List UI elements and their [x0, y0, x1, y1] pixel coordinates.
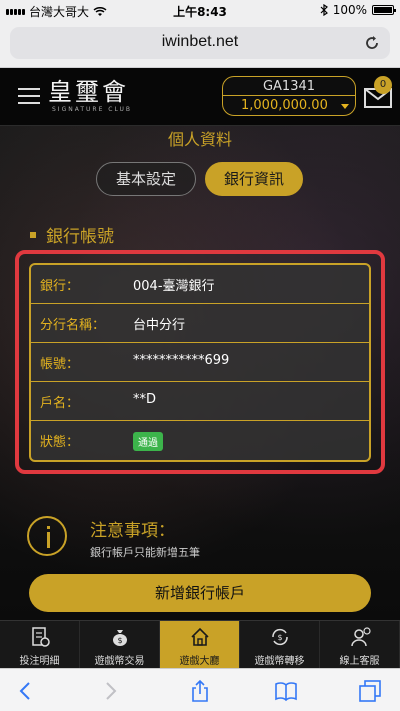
back-icon[interactable] — [14, 679, 38, 703]
hamburger-menu-icon[interactable] — [18, 88, 40, 106]
bookmarks-icon[interactable] — [274, 679, 298, 703]
battery-percent: 100% — [332, 3, 367, 17]
status-bar: 台灣大哥大 上午8:43 100% — [0, 0, 400, 20]
account-holder-row: 戶名： **D — [31, 382, 369, 421]
logo-text: 皇璽會 — [48, 78, 129, 106]
site-header: 皇璽會 SIGNATURE CLUB GA1341 1,000,000.00 — [0, 68, 400, 126]
branch-value: 台中分行 — [133, 318, 186, 333]
account-id: GA1341 — [223, 77, 355, 96]
battery-icon — [372, 5, 396, 15]
mail-count-badge: 0 — [374, 76, 392, 94]
nav-item-game-lobby[interactable]: 遊戲大廳 — [160, 621, 240, 669]
svg-text:$: $ — [277, 633, 282, 642]
status-right: 100% — [320, 3, 396, 17]
main-content: 個人資料 基本設定 銀行資訊 銀行帳號 銀行： 004-臺灣銀行 分行名稱： 台… — [0, 126, 400, 620]
caret-down-icon[interactable] — [341, 104, 349, 109]
tab-bank-info[interactable]: 銀行資訊 — [205, 162, 303, 196]
tabs-icon[interactable] — [358, 679, 382, 703]
bottom-nav: 投注明細 $ 遊戲幣交易 遊戲大廳 $ 遊戲幣轉移 線上客服 — [0, 620, 400, 669]
nav-label: 遊戲幣轉移 — [254, 656, 305, 667]
nav-item-bet-details[interactable]: 投注明細 — [0, 621, 80, 669]
nav-label: 遊戲幣交易 — [94, 656, 145, 667]
browser-url-area: iwinbet.net — [0, 20, 400, 68]
account-holder-value: **D — [133, 392, 157, 407]
safari-toolbar — [0, 668, 400, 711]
share-icon[interactable] — [188, 679, 212, 703]
account-number-label: 帳號： — [40, 357, 80, 372]
section-title: 銀行帳號 — [46, 227, 114, 247]
account-holder-label: 戶名： — [40, 396, 80, 411]
account-dropdown[interactable]: GA1341 1,000,000.00 — [222, 76, 356, 116]
status-badge: 通過 — [133, 432, 163, 451]
notice-title: 注意事項： — [90, 521, 175, 541]
status-row: 狀態： 通過 — [31, 421, 369, 460]
account-number-value: ***********699 — [133, 353, 230, 368]
nav-label: 線上客服 — [339, 656, 380, 667]
receipt-icon — [32, 627, 50, 647]
bank-row: 銀行： 004-臺灣銀行 — [31, 265, 369, 304]
money-bag-icon: $ — [113, 630, 127, 646]
nav-label: 投注明細 — [19, 656, 60, 667]
url-bar[interactable]: iwinbet.net — [10, 27, 390, 59]
status-label: 狀態： — [40, 435, 80, 450]
bank-info-card: 銀行： 004-臺灣銀行 分行名稱： 台中分行 帳號： ***********6… — [29, 263, 371, 462]
account-balance: 1,000,000.00 — [223, 96, 355, 115]
bank-label: 銀行： — [40, 279, 80, 294]
customer-service-icon — [351, 627, 371, 647]
info-icon — [27, 516, 67, 556]
add-bank-account-button[interactable]: 新增銀行帳戶 — [29, 574, 371, 612]
page-title: 個人資料 — [167, 130, 232, 149]
site-logo[interactable]: 皇璽會 SIGNATURE CLUB — [48, 78, 133, 118]
transfer-icon: $ — [272, 628, 288, 646]
bank-value: 004-臺灣銀行 — [133, 279, 215, 294]
logo-subtext: SIGNATURE CLUB — [52, 106, 133, 113]
bluetooth-icon — [320, 4, 328, 16]
forward-icon[interactable] — [98, 679, 122, 703]
notice-text: 銀行帳戶只能新增五筆 — [90, 546, 200, 559]
reload-icon[interactable] — [364, 35, 380, 51]
tab-basic-settings[interactable]: 基本設定 — [96, 162, 196, 196]
nav-item-coin-transfer[interactable]: $ 遊戲幣轉移 — [240, 621, 320, 669]
section-heading: 銀行帳號 — [30, 222, 114, 247]
nav-item-customer-service[interactable]: 線上客服 — [320, 621, 400, 669]
square-bullet-icon — [30, 231, 36, 238]
account-number-row: 帳號： ***********699 — [31, 343, 369, 382]
nav-label: 遊戲大廳 — [179, 656, 220, 667]
nav-item-coin-trade[interactable]: $ 遊戲幣交易 — [80, 621, 160, 669]
branch-label: 分行名稱： — [40, 318, 106, 333]
branch-row: 分行名稱： 台中分行 — [31, 304, 369, 343]
balance-value: 1,000,000.00 — [241, 98, 328, 113]
svg-text:$: $ — [117, 636, 122, 645]
url-text[interactable]: iwinbet.net — [10, 33, 390, 51]
home-icon — [191, 627, 209, 646]
